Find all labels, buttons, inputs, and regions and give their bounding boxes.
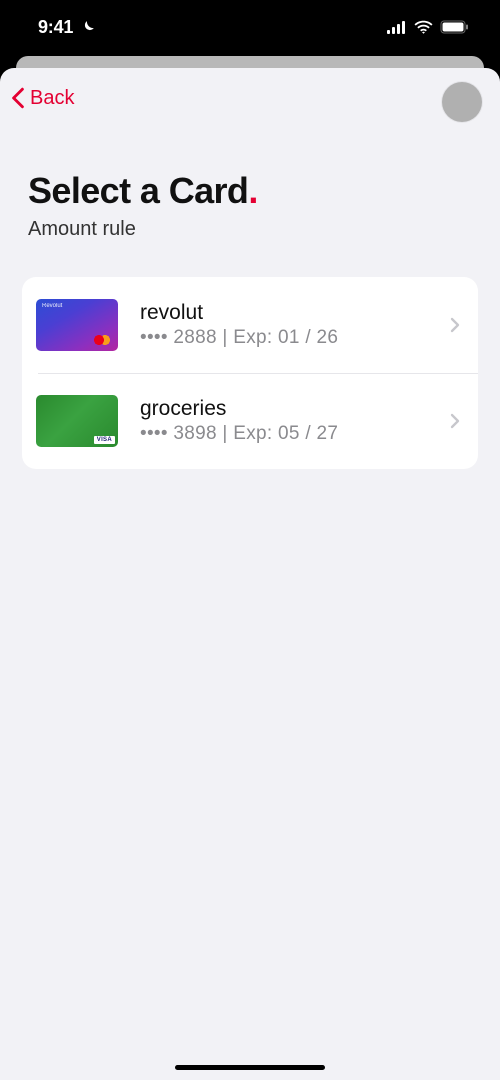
modal-sheet: Back Select a Card. Amount rule revolut … (0, 68, 500, 1080)
status-bar: 9:41 (0, 0, 500, 54)
page-header: Select a Card. Amount rule (0, 128, 500, 241)
cellular-icon (387, 21, 407, 34)
back-label: Back (30, 87, 74, 110)
status-bar-left: 9:41 (38, 17, 96, 38)
page-subtitle: Amount rule (28, 218, 472, 241)
card-thumbnail-revolut (36, 299, 118, 351)
back-button[interactable]: Back (0, 87, 74, 110)
title-dot: . (248, 170, 258, 211)
moon-icon (79, 19, 96, 36)
home-indicator (175, 1065, 325, 1070)
card-row-groceries[interactable]: groceries •••• 3898 | Exp: 05 / 27 (22, 373, 478, 469)
status-time: 9:41 (38, 17, 73, 38)
card-name: groceries (140, 397, 450, 421)
card-info: groceries •••• 3898 | Exp: 05 / 27 (140, 397, 450, 445)
chevron-right-icon (450, 317, 460, 333)
card-meta: •••• 2888 | Exp: 01 / 26 (140, 327, 450, 349)
nav-bar: Back (0, 68, 500, 128)
avatar[interactable] (442, 82, 482, 122)
page-title: Select a Card (28, 170, 248, 211)
card-name: revolut (140, 301, 450, 325)
status-bar-right (387, 20, 470, 34)
chevron-right-icon (450, 413, 460, 429)
card-info: revolut •••• 2888 | Exp: 01 / 26 (140, 301, 450, 349)
wifi-icon (414, 20, 433, 34)
card-list: revolut •••• 2888 | Exp: 01 / 26 groceri… (22, 277, 478, 469)
card-row-revolut[interactable]: revolut •••• 2888 | Exp: 01 / 26 (22, 277, 478, 373)
card-meta: •••• 3898 | Exp: 05 / 27 (140, 423, 450, 445)
chevron-left-icon (10, 87, 26, 109)
card-thumbnail-groceries (36, 395, 118, 447)
battery-icon (440, 20, 470, 34)
